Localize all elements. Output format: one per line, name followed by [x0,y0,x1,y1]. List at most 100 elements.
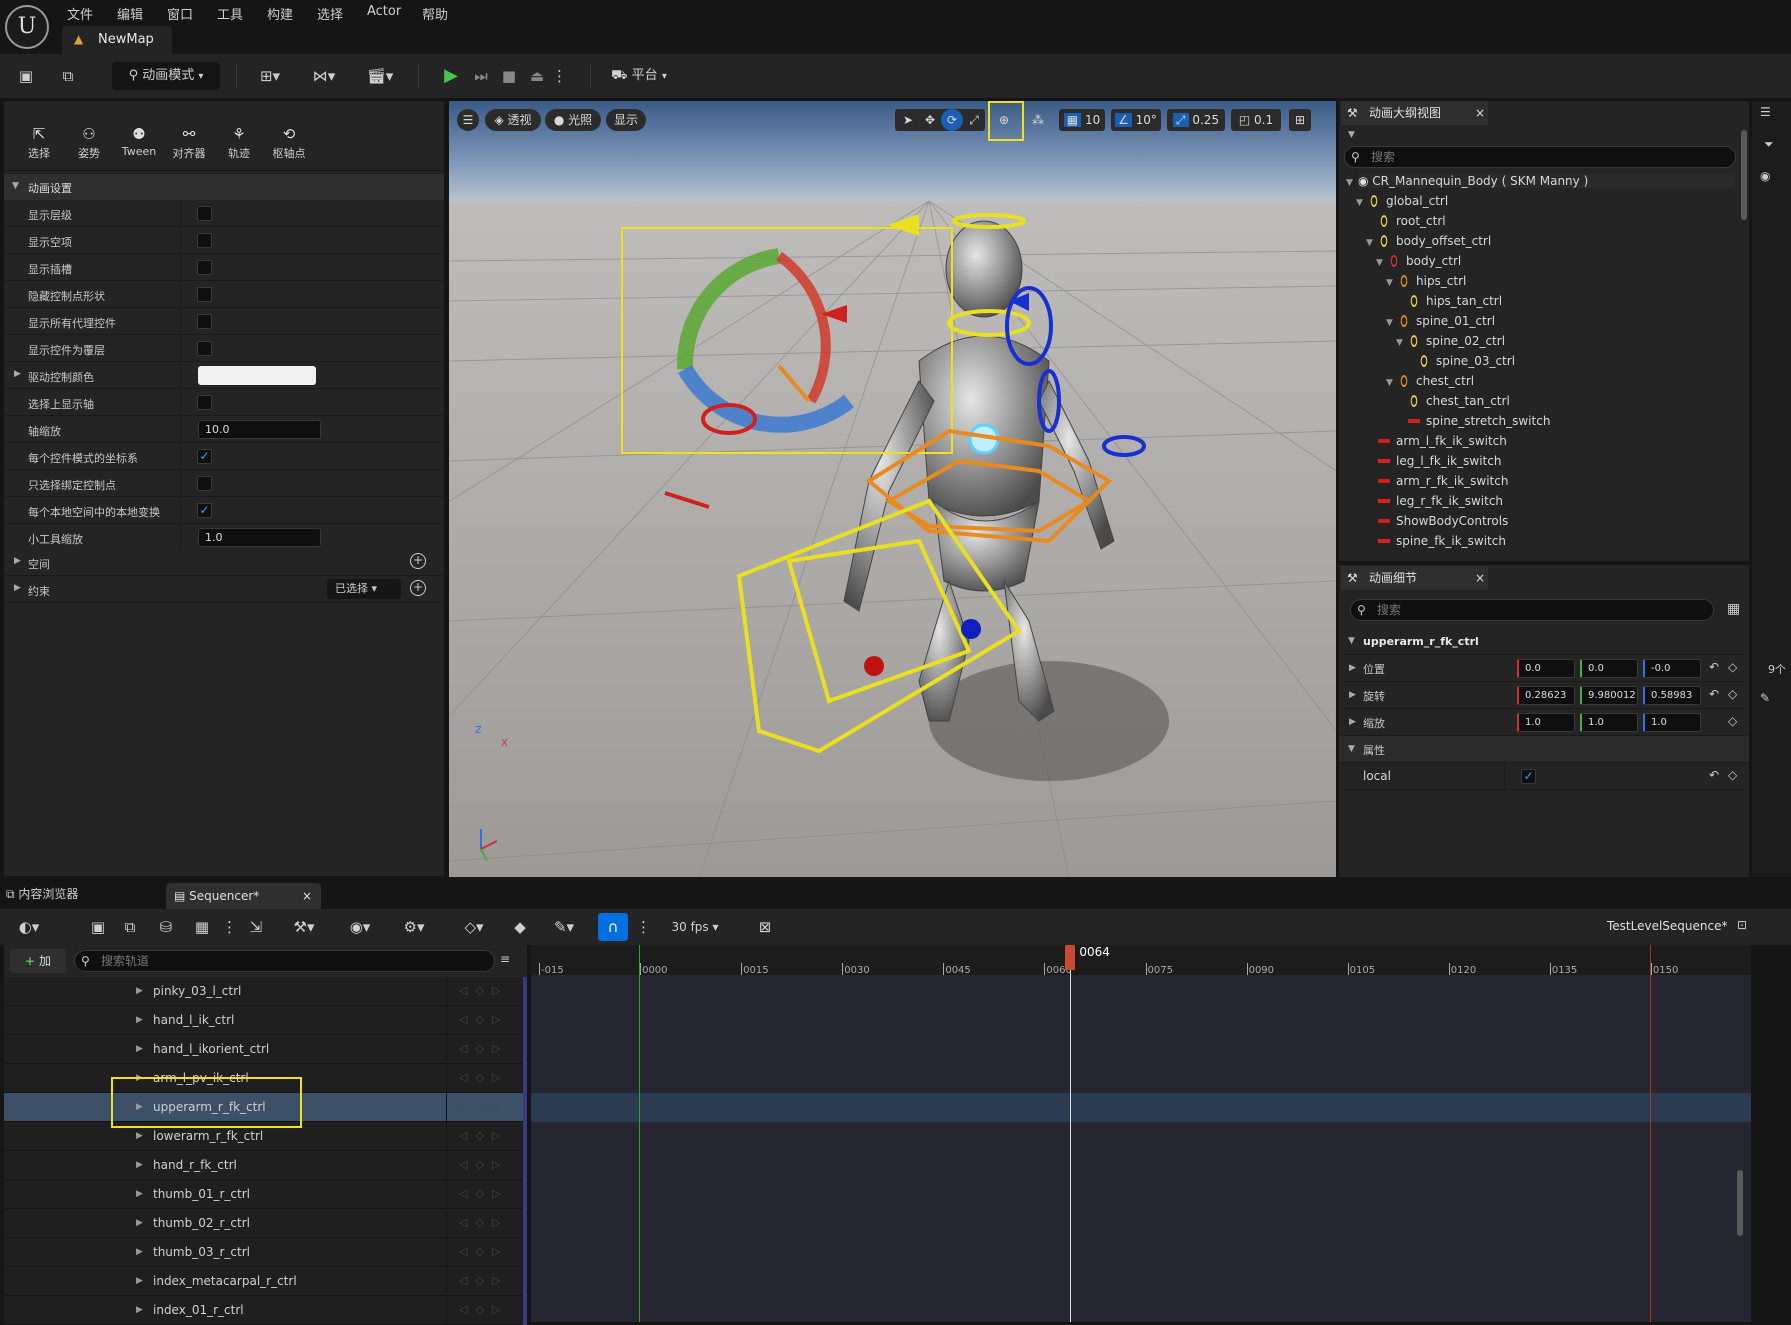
anim-settings-section[interactable]: ▼ 动画设置 [4,174,444,200]
settings-arrow-icon[interactable]: ▼ [1348,130,1355,140]
mode-pose-button[interactable]: ⚇ 姿势 [65,125,113,161]
lock-icon[interactable]: ⊡ [1737,918,1747,932]
scale-tool-icon[interactable]: ⤢ [963,109,985,131]
anim-details-tab[interactable]: ⚒ 动画细节 × [1341,566,1488,590]
rotate-tool-icon[interactable]: ⟳ [941,109,963,131]
location-x-field[interactable]: 0.0 [1517,659,1575,678]
lit-button[interactable]: ● 光照 [545,109,601,131]
sequencer-track-row[interactable]: ▶ index_metacarpal_r_ctrl ◁◇▷ [4,1267,527,1296]
step-icon[interactable]: ⏭ [468,62,494,90]
fps-combo[interactable]: 30 fps ▾ [660,913,730,941]
save-sequence-icon[interactable]: ▣ [88,913,108,941]
tree-expand-icon[interactable]: ▼ [1386,378,1393,388]
camera-speed-button[interactable]: ◰ 0.1 [1231,109,1281,131]
outliner-item[interactable]: arm_r_fk_ik_switch [1378,474,1508,488]
snap-options-icon[interactable]: ⋮ [636,913,651,941]
setting-number-field[interactable]: 1.0 [198,528,321,547]
close-tab-icon[interactable]: × [302,883,312,909]
setting-checkbox[interactable]: ✓ [197,503,212,518]
outliner-item[interactable]: chest_tan_ctrl [1408,392,1510,410]
sequencer-track-row[interactable]: ▶ hand_l_ikorient_ctrl ◁◇▷ [4,1035,527,1064]
keyframe-diamond-icon[interactable]: ◇ [1728,714,1737,728]
list-icon[interactable]: ☰ [1760,105,1771,119]
outliner-item[interactable]: spine_02_ctrl [1408,332,1505,350]
scale-x-field[interactable]: 1.0 [1517,713,1575,732]
filter-icon[interactable]: ≡ [500,952,510,966]
sequencer-track-row[interactable]: ▶ index_01_r_ctrl ◁◇▷ [4,1296,527,1325]
key-navigation-icon[interactable]: ◁◇▷ [459,1042,508,1055]
expand-right-icon[interactable]: ▶ [136,1305,143,1315]
add-space-icon[interactable]: + [410,553,426,569]
key-navigation-icon[interactable]: ◁◇▷ [459,1245,508,1258]
tree-expand-icon[interactable]: ▼ [1366,238,1373,248]
key-navigation-icon[interactable]: ◁◇▷ [459,1303,508,1316]
outliner-item[interactable]: ShowBodyControls [1378,514,1508,528]
outliner-item[interactable]: hips_ctrl [1398,272,1466,290]
mode-snapper-button[interactable]: ⚯ 对齐器 [165,125,213,161]
tree-expand-icon[interactable]: ▼ [1346,178,1353,188]
scale-z-field[interactable]: 1.0 [1643,713,1701,732]
sequencer-track-row[interactable]: ▶ thumb_02_r_ctrl ◁◇▷ [4,1209,527,1238]
playhead-handle[interactable] [1065,945,1076,970]
tree-expand-icon[interactable]: ▼ [1386,278,1393,288]
constraint-filter-combo[interactable]: 已选择 ▾ [327,579,401,599]
table-view-icon[interactable]: ▦ [1727,601,1740,617]
expand-right-icon[interactable]: ▶ [136,1247,143,1257]
outliner-item[interactable]: spine_stretch_switch [1408,414,1550,428]
timeline-area[interactable] [531,945,1751,1322]
outliner-search-input[interactable]: ⚲ 搜索 [1344,146,1736,168]
track-search-input[interactable]: ⚲ 搜索轨道 [74,950,495,972]
eject-icon[interactable]: ⏏ [524,62,550,90]
timeline-scrollbar[interactable] [1737,1170,1743,1236]
sequencer-track-row[interactable]: ▶ thumb_01_r_ctrl ◁◇▷ [4,1180,527,1209]
select-tool-icon[interactable]: ➤ [897,109,919,131]
viewport-menu-icon[interactable]: ☰ [457,109,479,131]
key-navigation-icon[interactable]: ◁◇▷ [459,1274,508,1287]
view-options-icon[interactable]: ◉▾ [342,913,378,941]
outliner-item[interactable]: chest_ctrl [1398,372,1474,390]
details-search-input[interactable]: ⚲ 搜索 [1350,599,1714,621]
expand-right-icon[interactable]: ▶ [136,986,143,996]
sequencer-track-row[interactable]: ▶ pinky_03_l_ctrl ◁◇▷ [4,977,527,1006]
sequencer-track-row[interactable]: ▶ hand_r_fk_ctrl ◁◇▷ [4,1151,527,1180]
sequencer-track-row[interactable]: ▶ thumb_03_r_ctrl ◁◇▷ [4,1238,527,1267]
map-tab[interactable]: ▲ NewMap [62,26,172,54]
maximize-viewport-icon[interactable]: ⊞ [1289,109,1311,131]
expand-right-icon[interactable]: ▶ [136,1131,143,1141]
setting-checkbox[interactable] [197,287,212,302]
angle-snap-button[interactable]: ∠ 10° [1111,109,1161,131]
attributes-row[interactable]: ▼ 属性 [1339,736,1749,763]
expand-right-icon[interactable]: ▶ [136,1044,143,1054]
key-navigation-icon[interactable]: ◁◇▷ [459,1216,508,1229]
key-navigation-icon[interactable]: ◁◇▷ [459,1100,508,1113]
surface-snap-icon[interactable]: ⁂ [1027,109,1049,131]
tree-expand-icon[interactable]: ▼ [1376,258,1383,268]
transform-track-icon[interactable]: ⇲ [246,913,266,941]
menu-edit[interactable]: 编辑 [117,4,143,23]
more-options-icon[interactable]: ⋮ [552,62,567,90]
mode-trail-button[interactable]: ⚘ 轨迹 [215,125,263,161]
outliner-item[interactable]: ◉ CR_Mannequin_Body ( SKM Manny ) [1358,174,1735,188]
constraints-section[interactable]: ▶ 约束 已选择 ▾ + [4,576,444,603]
color-swatch[interactable] [198,366,316,385]
render-movie-icon[interactable]: ⛁ [156,913,176,941]
menu-tools[interactable]: 工具 [217,4,243,23]
location-z-field[interactable]: -0.0 [1643,659,1701,678]
rotation-y-field[interactable]: 9.980012 [1580,686,1638,705]
browse-icon[interactable]: ⧉ [54,62,82,90]
expand-right-icon[interactable]: ▶ [1349,690,1356,700]
curve-editor-icon[interactable]: ⊠ [754,913,776,941]
level-viewport[interactable]: Z X ☰ ◈ 透视 ● 光照 显示 ➤ ✥ ⟳ ⤢ ⊕ ⁂ ▦ 10 ∠ 10… [449,101,1336,877]
expand-right-icon[interactable]: ▶ [1349,717,1356,727]
key-navigation-icon[interactable]: ◁◇▷ [459,1013,508,1026]
menu-select[interactable]: 选择 [317,4,343,23]
clapper-icon[interactable]: ▦ [192,913,212,941]
outliner-item[interactable]: spine_03_ctrl [1418,352,1515,370]
edit-mode-icon[interactable]: ✎▾ [546,913,582,941]
setting-checkbox[interactable]: ✓ [197,449,212,464]
reset-icon[interactable]: ↶ [1709,768,1719,782]
sequencer-tab[interactable]: ▤ Sequencer* × [166,883,321,909]
reset-icon[interactable]: ↶ [1709,687,1719,701]
key-navigation-icon[interactable]: ◁◇▷ [459,1187,508,1200]
auto-key-icon[interactable]: ◆ [510,913,530,941]
